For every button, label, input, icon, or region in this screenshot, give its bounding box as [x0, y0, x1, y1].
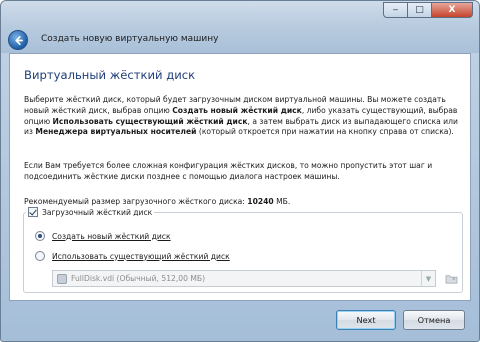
- existing-disk-value: FullDisk.vdi (Обычный, 512,00 МБ): [71, 274, 206, 283]
- window-controls: ‒ □ X: [383, 2, 473, 18]
- boot-disk-checkbox[interactable]: Загрузочный жёсткий диск: [26, 207, 155, 217]
- create-new-disk-option[interactable]: Создать новый жёсткий диск: [35, 231, 171, 241]
- create-new-disk-label: Создать новый жёсткий диск: [52, 231, 171, 241]
- cancel-button[interactable]: Отмена: [403, 310, 465, 330]
- minimize-button[interactable]: ‒: [383, 2, 407, 18]
- next-button[interactable]: Next: [336, 310, 396, 330]
- intro-text: Выберите жёсткий диск, который будет заг…: [24, 95, 458, 137]
- radio-unselected-icon[interactable]: [35, 251, 45, 261]
- back-arrow-icon: [14, 35, 23, 45]
- existing-disk-select[interactable]: FullDisk.vdi (Обычный, 512,00 МБ) ▼: [52, 270, 436, 287]
- page-heading: Виртуальный жёсткий диск: [24, 68, 196, 82]
- back-button[interactable]: [8, 30, 28, 50]
- media-manager-button[interactable]: [442, 270, 460, 287]
- chevron-down-icon[interactable]: ▼: [421, 271, 435, 286]
- boot-disk-label: Загрузочный жёсткий диск: [42, 207, 153, 217]
- radio-selected-icon[interactable]: [35, 231, 45, 241]
- hard-disk-icon: [57, 273, 67, 284]
- checkbox-checked-icon[interactable]: [28, 207, 38, 217]
- folder-icon: [445, 275, 457, 284]
- window-title: Создать новую виртуальную машину: [41, 34, 219, 44]
- use-existing-disk-label: Использовать существующий жёсткий диск: [52, 251, 230, 261]
- advanced-config-text: Если Вам требуется более сложная конфигу…: [24, 161, 433, 181]
- close-button[interactable]: X: [431, 2, 473, 18]
- use-existing-disk-option[interactable]: Использовать существующий жёсткий диск: [35, 251, 230, 261]
- maximize-button[interactable]: □: [407, 2, 431, 18]
